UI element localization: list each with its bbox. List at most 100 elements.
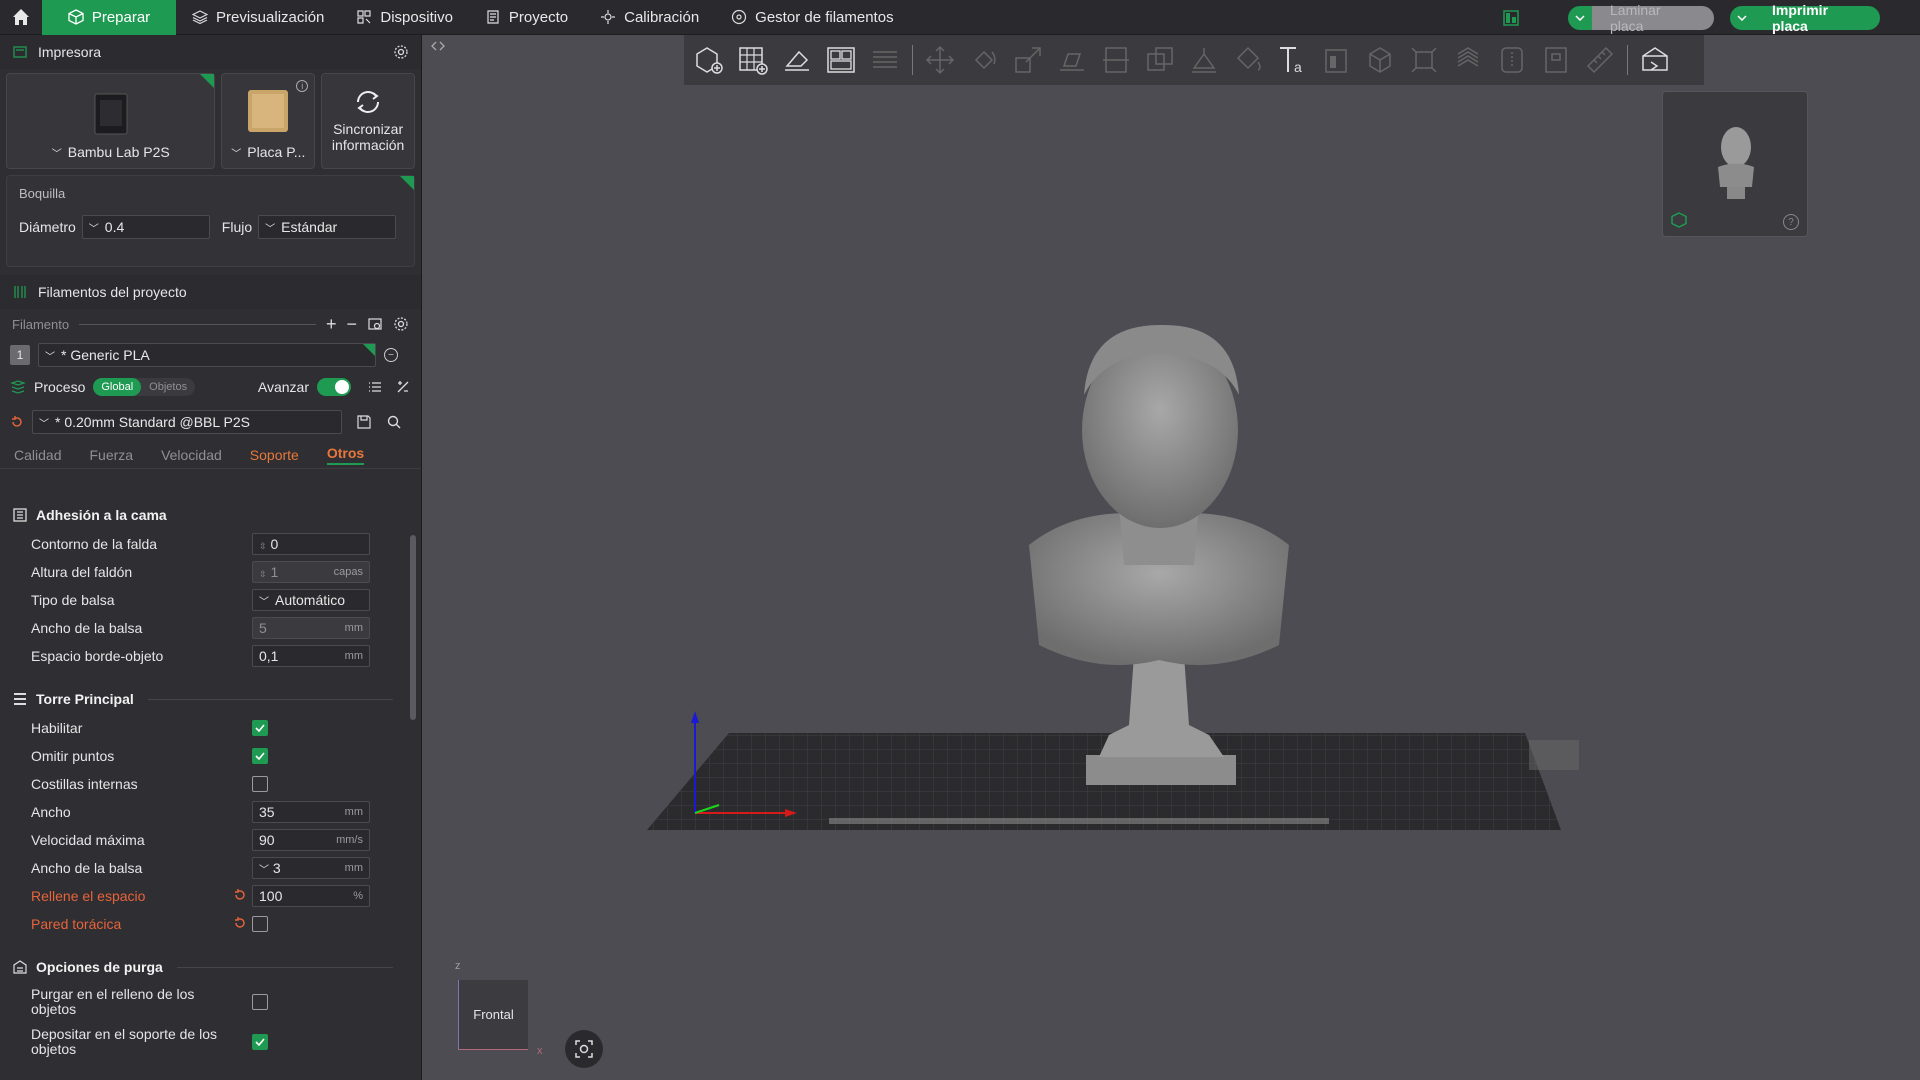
- group-purge-options: Opciones de purga: [0, 952, 405, 982]
- setting-value: 35: [259, 804, 275, 820]
- printer-selector[interactable]: ﹀ Bambu Lab P2S: [6, 73, 216, 169]
- tab-preparar[interactable]: Preparar: [42, 0, 176, 35]
- diameter-label: Diámetro: [19, 219, 76, 235]
- filaments-section-header: Filamentos del proyecto: [0, 275, 421, 309]
- brim-gap-input[interactable]: 0,1 mm: [252, 645, 370, 667]
- scale-button[interactable]: [1011, 43, 1045, 77]
- rotate-button[interactable]: [967, 43, 1001, 77]
- tab-calidad[interactable]: Calidad: [14, 447, 61, 463]
- support-paint-button[interactable]: [1187, 43, 1221, 77]
- camera-reset-button[interactable]: [565, 1030, 603, 1068]
- skip-points-checkbox[interactable]: [252, 748, 268, 764]
- brim-width-input[interactable]: 5 mm: [252, 617, 370, 639]
- plate-view-button[interactable]: [1638, 43, 1672, 77]
- plate-thumbnail[interactable]: ?: [1662, 91, 1808, 237]
- add-object-button[interactable]: [692, 43, 726, 77]
- slice-plate-button[interactable]: Laminar placa: [1568, 2, 1714, 34]
- tab-previsualizacion[interactable]: Previsualización: [176, 0, 340, 35]
- tower-width-input[interactable]: 35 mm: [252, 801, 370, 823]
- gear-icon[interactable]: [393, 44, 409, 60]
- check-icon: [255, 1038, 265, 1046]
- boolean-button[interactable]: [1143, 43, 1177, 77]
- color-paint-button[interactable]: [1231, 43, 1265, 77]
- flow-select[interactable]: ﹀ Estándar: [258, 215, 397, 239]
- tab-soporte[interactable]: Soporte: [250, 447, 299, 463]
- diameter-select[interactable]: ﹀ 0.4: [81, 215, 210, 239]
- chevron-down-icon[interactable]: [1568, 5, 1592, 30]
- mode-objects[interactable]: Objetos: [141, 378, 195, 396]
- assembly-button[interactable]: [1407, 43, 1441, 77]
- chevron-down-icon[interactable]: [1730, 5, 1754, 30]
- plate-selector[interactable]: i ﹀ Placa P...: [221, 73, 316, 169]
- scale-icon: [1015, 47, 1041, 73]
- tab-otros[interactable]: Otros: [326, 445, 365, 465]
- seam-paint-button[interactable]: [1495, 43, 1529, 77]
- ruler-icon: [1586, 46, 1614, 74]
- view-cube[interactable]: Frontal: [458, 980, 528, 1050]
- enable-checkbox[interactable]: [252, 720, 268, 736]
- filament-select[interactable]: ﹀ * Generic PLA: [38, 343, 376, 367]
- setting-label: Costillas internas: [31, 776, 138, 792]
- list-icon[interactable]: [367, 379, 383, 395]
- gear-icon[interactable]: [393, 316, 409, 332]
- remove-icon[interactable]: −: [346, 314, 357, 335]
- rib-wall-checkbox[interactable]: [252, 916, 268, 932]
- emboss-icon: [1325, 49, 1347, 73]
- reset-icon[interactable]: [233, 916, 247, 930]
- raft-type-select[interactable]: ﹀ Automático: [252, 589, 370, 611]
- search-icon[interactable]: [386, 414, 402, 430]
- mode-global[interactable]: Global: [93, 378, 142, 396]
- tower-brim-width-select[interactable]: ﹀ 3 mm: [252, 857, 370, 879]
- group-title: Adhesión a la cama: [36, 507, 167, 523]
- emboss-button[interactable]: [1319, 43, 1353, 77]
- filament-sync-icon[interactable]: [367, 316, 383, 332]
- help-icon[interactable]: ?: [1783, 214, 1799, 230]
- tab-fuerza[interactable]: Fuerza: [89, 447, 133, 463]
- fuzzy-skin-button[interactable]: [1539, 43, 1573, 77]
- ruler-button[interactable]: [1583, 43, 1617, 77]
- reset-icon[interactable]: [233, 888, 247, 902]
- internal-ribs-checkbox[interactable]: [252, 776, 268, 792]
- tab-velocidad[interactable]: Velocidad: [161, 447, 222, 463]
- tab-gestor-filamentos[interactable]: Gestor de filamentos: [715, 0, 909, 35]
- compare-icon[interactable]: [395, 379, 411, 395]
- auto-orient-button[interactable]: [780, 43, 814, 77]
- plate-name: Placa P...: [247, 144, 306, 160]
- setting-row: Purgar en el relleno de los objetos: [0, 982, 405, 1022]
- max-speed-input[interactable]: 90 mm/s: [252, 829, 370, 851]
- process-mode-switch[interactable]: Global Objetos: [93, 378, 196, 396]
- purge-infill-checkbox[interactable]: [252, 994, 268, 1010]
- infill-gap-input[interactable]: 100%: [252, 885, 370, 907]
- save-icon[interactable]: [356, 414, 372, 430]
- split-plates-button[interactable]: [868, 43, 902, 77]
- home-button[interactable]: [0, 0, 42, 35]
- filament-more-icon[interactable]: −: [384, 348, 398, 362]
- skirt-loops-spinner[interactable]: ⇳ 0: [252, 533, 370, 555]
- layout-icon[interactable]: [1502, 9, 1520, 27]
- cut-button[interactable]: [1099, 43, 1133, 77]
- info-icon[interactable]: i: [296, 80, 309, 92]
- tab-calibracion[interactable]: Calibración: [584, 0, 715, 35]
- add-icon[interactable]: +: [326, 314, 337, 335]
- process-preset-select[interactable]: ﹀ * 0.20mm Standard @BBL P2S: [32, 410, 342, 434]
- sync-info-button[interactable]: Sincronizar información: [321, 73, 415, 169]
- variable-layer-button[interactable]: [1451, 43, 1485, 77]
- tab-proyecto[interactable]: Proyecto: [469, 0, 584, 35]
- sidebar-scrollbar[interactable]: [410, 535, 416, 720]
- paint-bucket-icon: [1236, 46, 1261, 71]
- tab-dispositivo[interactable]: Dispositivo: [340, 0, 469, 35]
- arrange-button[interactable]: [824, 43, 858, 77]
- advanced-toggle[interactable]: [317, 378, 351, 396]
- skirt-height-spinner[interactable]: ⇳ 1 capas: [252, 561, 370, 583]
- setting-value: Automático: [275, 592, 346, 608]
- filament-name: * Generic PLA: [61, 347, 150, 363]
- collapse-sidebar-button[interactable]: [428, 36, 448, 56]
- purge-support-checkbox[interactable]: [252, 1034, 268, 1050]
- add-plate-button[interactable]: [736, 43, 770, 77]
- text-button[interactable]: a: [1275, 43, 1309, 77]
- measure-button[interactable]: [1363, 43, 1397, 77]
- lay-on-face-button[interactable]: [1055, 43, 1089, 77]
- move-button[interactable]: [923, 43, 957, 77]
- reset-icon[interactable]: [10, 415, 24, 429]
- print-plate-button[interactable]: Imprimir placa: [1730, 2, 1880, 34]
